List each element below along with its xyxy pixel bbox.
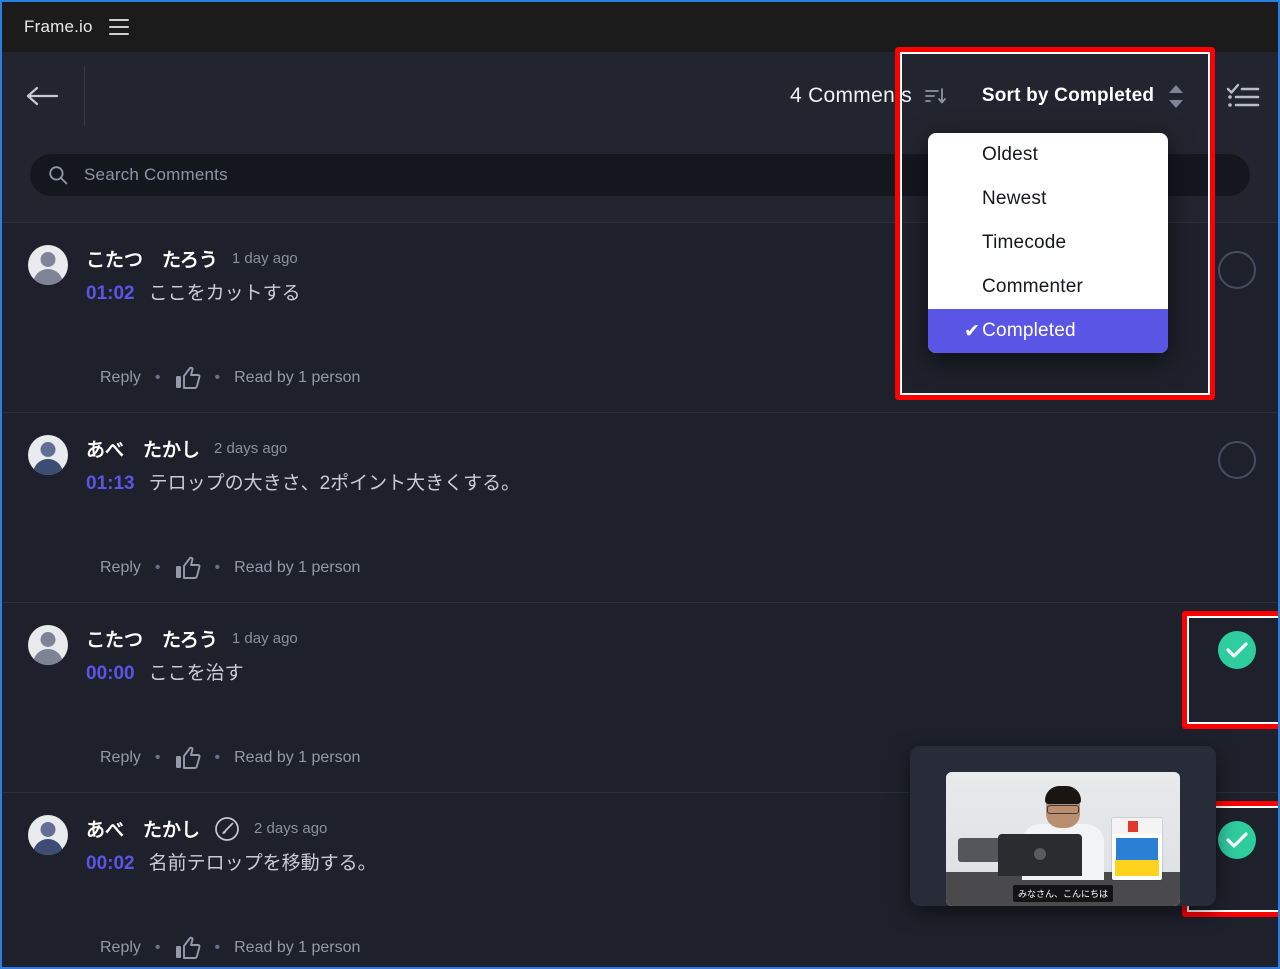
read-receipt-label: Read by 1 person	[234, 369, 361, 386]
sort-dropdown-menu[interactable]: Oldest Newest Timecode Commenter ✔ Compl…	[928, 133, 1168, 353]
sort-by-label: Sort by Completed	[981, 85, 1155, 106]
comment-timestamp: 1 day ago	[231, 630, 298, 647]
search-icon	[49, 166, 68, 185]
reply-button[interactable]: Reply	[100, 369, 141, 387]
comment-author: こたつ たろう	[86, 630, 218, 651]
comment-text: 名前テロップを移動する。	[148, 853, 377, 874]
read-receipt-label: Read by 1 person	[234, 559, 361, 576]
comment-text: ここをカットする	[148, 283, 301, 304]
book-prop	[1112, 818, 1162, 880]
comment-actions: Reply • • Read by 1 person	[100, 366, 360, 390]
sort-direction-glyph	[925, 88, 946, 104]
comment-actions: Reply • • Read by 1 person	[100, 936, 360, 960]
comment-timecode[interactable]: 01:13	[86, 473, 135, 495]
separator-dot: •	[214, 749, 221, 766]
checklist-toggle-button[interactable]	[1208, 52, 1278, 140]
arrow-left-icon	[26, 86, 59, 106]
sort-option-label: Newest	[982, 188, 1047, 209]
sort-direction-icon[interactable]	[912, 84, 958, 108]
separator-dot: •	[154, 559, 161, 576]
separator-dot: •	[154, 749, 161, 766]
check-icon	[1226, 642, 1248, 658]
reply-button[interactable]: Reply	[100, 939, 141, 957]
avatar	[28, 625, 68, 665]
comment-timestamp: 1 day ago	[231, 250, 298, 267]
thumbs-up-icon[interactable]	[175, 366, 201, 390]
video-thumbnail: みなさん、こんにちは	[946, 772, 1180, 906]
app-brand: Frame.io	[24, 17, 93, 36]
comments-toolbar: 4 Comments Sort by Completed	[2, 52, 1278, 140]
avatar	[28, 815, 68, 855]
thumbs-up-icon[interactable]	[175, 556, 201, 580]
read-receipt-label: Read by 1 person	[234, 939, 361, 956]
app-title-bar: Frame.io	[2, 2, 1278, 52]
avatar	[28, 435, 68, 475]
check-icon	[1226, 832, 1248, 848]
sort-by-dropdown-trigger[interactable]: Sort by Completed	[958, 52, 1208, 140]
separator-dot: •	[214, 559, 221, 576]
up-down-chevron-icon	[1168, 84, 1184, 109]
checklist-icon	[1226, 83, 1260, 107]
separator-dot: •	[214, 939, 221, 956]
brush-annotation-icon[interactable]	[214, 816, 240, 842]
comment-author: こたつ たろう	[86, 250, 218, 271]
comment-complete-toggle[interactable]	[1218, 821, 1256, 859]
video-caption: みなさん、こんにちは	[1012, 885, 1114, 902]
sort-option-label: Timecode	[982, 232, 1067, 253]
back-button[interactable]	[2, 52, 84, 140]
sort-option-timecode[interactable]: Timecode	[928, 221, 1168, 265]
comment-text: テロップの大きさ、2ポイント大きくする。	[148, 473, 521, 494]
comment-actions: Reply • • Read by 1 person	[100, 746, 360, 770]
reply-button[interactable]: Reply	[100, 749, 141, 767]
comment-item[interactable]: あべ たかし 2 days ago 01:13 テロップの大きさ、2ポイント大き…	[2, 412, 1278, 602]
comment-actions: Reply • • Read by 1 person	[100, 556, 360, 580]
comment-complete-toggle[interactable]	[1218, 251, 1256, 289]
sort-option-label: Commenter	[982, 276, 1084, 297]
separator-dot: •	[154, 369, 161, 386]
sort-option-newest[interactable]: Newest	[928, 177, 1168, 221]
comment-timestamp: 2 days ago	[214, 440, 288, 457]
comment-timestamp: 2 days ago	[254, 820, 328, 837]
comment-text: ここを治す	[148, 663, 244, 684]
comment-timecode[interactable]: 01:02	[86, 283, 135, 305]
comment-author: あべ たかし	[86, 820, 201, 841]
comment-complete-toggle[interactable]	[1218, 631, 1256, 669]
separator-dot: •	[154, 939, 161, 956]
comment-timecode[interactable]: 00:00	[86, 663, 135, 685]
comment-complete-toggle[interactable]	[1218, 441, 1256, 479]
sort-option-label: Oldest	[982, 144, 1039, 165]
thumbs-up-icon[interactable]	[175, 746, 201, 770]
thumbs-up-icon[interactable]	[175, 936, 201, 960]
frameio-comments-window: Frame.io 4 Comments Sort by Completed Se…	[0, 0, 1280, 969]
hamburger-icon[interactable]	[108, 19, 129, 35]
sort-option-commenter[interactable]: Commenter	[928, 265, 1168, 309]
comment-timecode[interactable]: 00:02	[86, 853, 135, 875]
reply-button[interactable]: Reply	[100, 559, 141, 577]
avatar	[28, 245, 68, 285]
sort-option-completed[interactable]: ✔ Completed	[928, 309, 1168, 353]
sort-option-oldest[interactable]: Oldest	[928, 133, 1168, 177]
separator-dot: •	[214, 369, 221, 386]
comment-author: あべ たかし	[86, 440, 201, 461]
sort-option-label: Completed	[982, 320, 1076, 341]
read-receipt-label: Read by 1 person	[234, 749, 361, 766]
comment-count-label: 4 Comments	[789, 84, 912, 107]
check-icon: ✔	[964, 320, 981, 342]
toolbar-divider	[84, 66, 85, 126]
video-thumbnail-popover[interactable]: みなさん、こんにちは	[910, 746, 1216, 906]
